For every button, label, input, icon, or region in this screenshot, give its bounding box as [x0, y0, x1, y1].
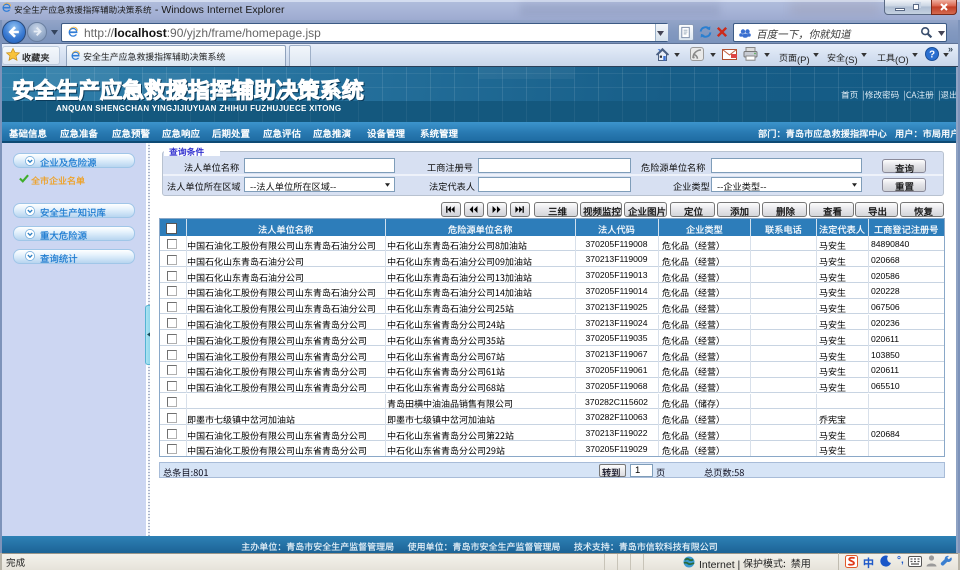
svg-text:?: ? — [929, 50, 935, 61]
